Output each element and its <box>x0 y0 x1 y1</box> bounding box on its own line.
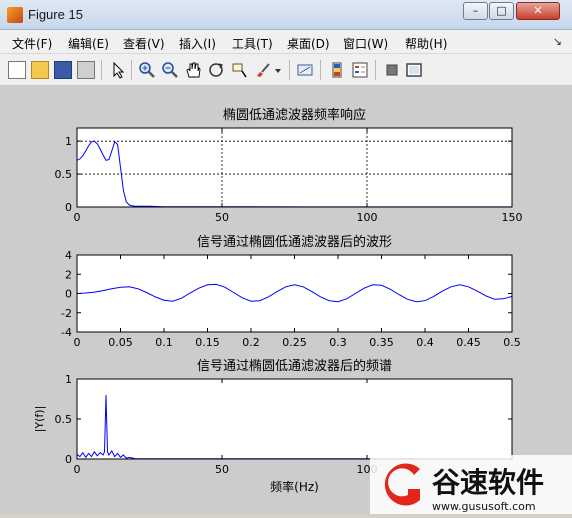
y-tick-label: 0 <box>65 288 72 301</box>
rotate-3d-icon[interactable] <box>207 61 225 79</box>
link-plot-icon[interactable] <box>296 61 314 79</box>
figure-toolbar <box>0 54 572 86</box>
menu-insert[interactable]: 插入(I) <box>179 35 216 52</box>
zoom-in-icon[interactable] <box>138 61 156 79</box>
x-tick-label: 0.5 <box>503 336 521 349</box>
x-tick-label: 50 <box>215 463 229 476</box>
watermark-url: www.gususoft.com <box>432 500 536 513</box>
menu-edit[interactable]: 编辑(E) <box>68 35 109 52</box>
menu-desktop[interactable]: 桌面(D) <box>287 35 330 52</box>
x-tick-label: 50 <box>215 211 229 224</box>
chart-title: 信号通过椭圆低通滤波器后的频谱 <box>197 358 392 374</box>
maximize-button[interactable]: □ <box>489 2 514 20</box>
x-axis-label: 频率(Hz) <box>270 479 319 494</box>
x-tick-label: 0.4 <box>416 336 434 349</box>
toolbar-separator <box>320 60 321 80</box>
pan-hand-icon[interactable] <box>184 61 202 79</box>
y-tick-label: 4 <box>65 249 72 262</box>
x-tick-label: 0.3 <box>329 336 347 349</box>
print-icon[interactable] <box>77 61 95 79</box>
y-tick-label: -2 <box>61 307 72 320</box>
axes-1: 0 50 100 150 0 0.5 1 椭圆低通滤波器频率响应 <box>55 107 523 224</box>
chart-title: 椭圆低通滤波器频率响应 <box>223 107 366 123</box>
y-tick-label: 1 <box>65 373 72 386</box>
menu-window[interactable]: 窗口(W) <box>343 35 388 52</box>
matlab-app-icon <box>7 7 23 23</box>
y-tick-label: 0.5 <box>55 168 73 181</box>
open-folder-icon[interactable] <box>31 61 49 79</box>
figure-canvas: 0 50 100 150 0 0.5 1 椭圆低通滤波器频率响应 0 0.05 0.1 0.15 0.2… <box>0 86 572 514</box>
menu-file[interactable]: 文件(F) <box>12 35 52 52</box>
hide-plot-tools-icon[interactable] <box>383 61 401 79</box>
menu-view[interactable]: 查看(V) <box>123 35 165 52</box>
x-tick-label: 0.35 <box>369 336 394 349</box>
y-tick-label: 0 <box>65 201 72 214</box>
menu-tools[interactable]: 工具(T) <box>232 35 273 52</box>
colorbar-icon[interactable] <box>328 61 346 79</box>
y-tick-label: 2 <box>65 268 72 281</box>
toolbar-separator <box>131 60 132 80</box>
window-titlebar: Figure 15 – □ ✕ <box>0 0 572 30</box>
show-plot-tools-icon[interactable] <box>405 61 423 79</box>
toolbar-separator <box>375 60 376 80</box>
x-tick-label: 100 <box>357 211 378 224</box>
axes-background <box>77 255 512 332</box>
x-tick-label: 0 <box>74 336 81 349</box>
x-tick-label: 150 <box>502 211 523 224</box>
minimize-button[interactable]: – <box>463 2 488 20</box>
pointer-icon[interactable] <box>109 61 127 79</box>
close-button[interactable]: ✕ <box>516 2 560 20</box>
axes-background <box>77 128 512 207</box>
axes-2: 0 0.05 0.1 0.15 0.2 0.25 0.3 0.35 0.4 0.45 0.5 -4 -2… <box>61 234 521 349</box>
menu-help[interactable]: 帮助(H) <box>405 35 447 52</box>
watermark-brand: 谷速软件 <box>432 466 544 499</box>
zoom-out-icon[interactable] <box>161 61 179 79</box>
legend-icon[interactable] <box>351 61 369 79</box>
x-tick-label: 0.2 <box>242 336 260 349</box>
window-title: Figure 15 <box>28 7 83 22</box>
dock-arrow-icon[interactable]: ↘ <box>553 35 562 48</box>
toolbar-separator <box>289 60 290 80</box>
x-tick-label: 0.25 <box>282 336 307 349</box>
plots-svg: 0 50 100 15000.51椭圆低通滤波器频率响应0 0.05 0.1 0.15 0.2… <box>33 107 523 494</box>
menu-bar: 文件(F) 编辑(E) 查看(V) 插入(I) 工具(T) 桌面(D) 窗口(W… <box>0 30 572 54</box>
brush-icon[interactable] <box>253 61 271 79</box>
x-tick-label: 0 <box>74 211 81 224</box>
save-icon[interactable] <box>54 61 72 79</box>
x-tick-label: 0.05 <box>108 336 133 349</box>
data-cursor-icon[interactable] <box>230 61 248 79</box>
x-tick-label: 0.15 <box>195 336 220 349</box>
toolbar-separator <box>101 60 102 80</box>
x-tick-label: 0.1 <box>155 336 173 349</box>
chart-title: 信号通过椭圆低通滤波器后的波形 <box>197 234 392 250</box>
y-tick-label: 0.5 <box>55 413 73 426</box>
axes-background <box>77 379 512 459</box>
x-tick-label: 0.45 <box>456 336 481 349</box>
y-tick-label: 0 <box>65 453 72 466</box>
x-tick-label: 0 <box>74 463 81 476</box>
y-tick-label: 1 <box>65 135 72 148</box>
brush-dropdown-icon[interactable] <box>273 61 283 79</box>
new-file-icon[interactable] <box>8 61 26 79</box>
watermark: 谷速软件 www.gususoft.com <box>370 455 572 514</box>
y-axis-label: |Y(f)| <box>33 406 46 433</box>
y-tick-label: -4 <box>61 326 72 339</box>
